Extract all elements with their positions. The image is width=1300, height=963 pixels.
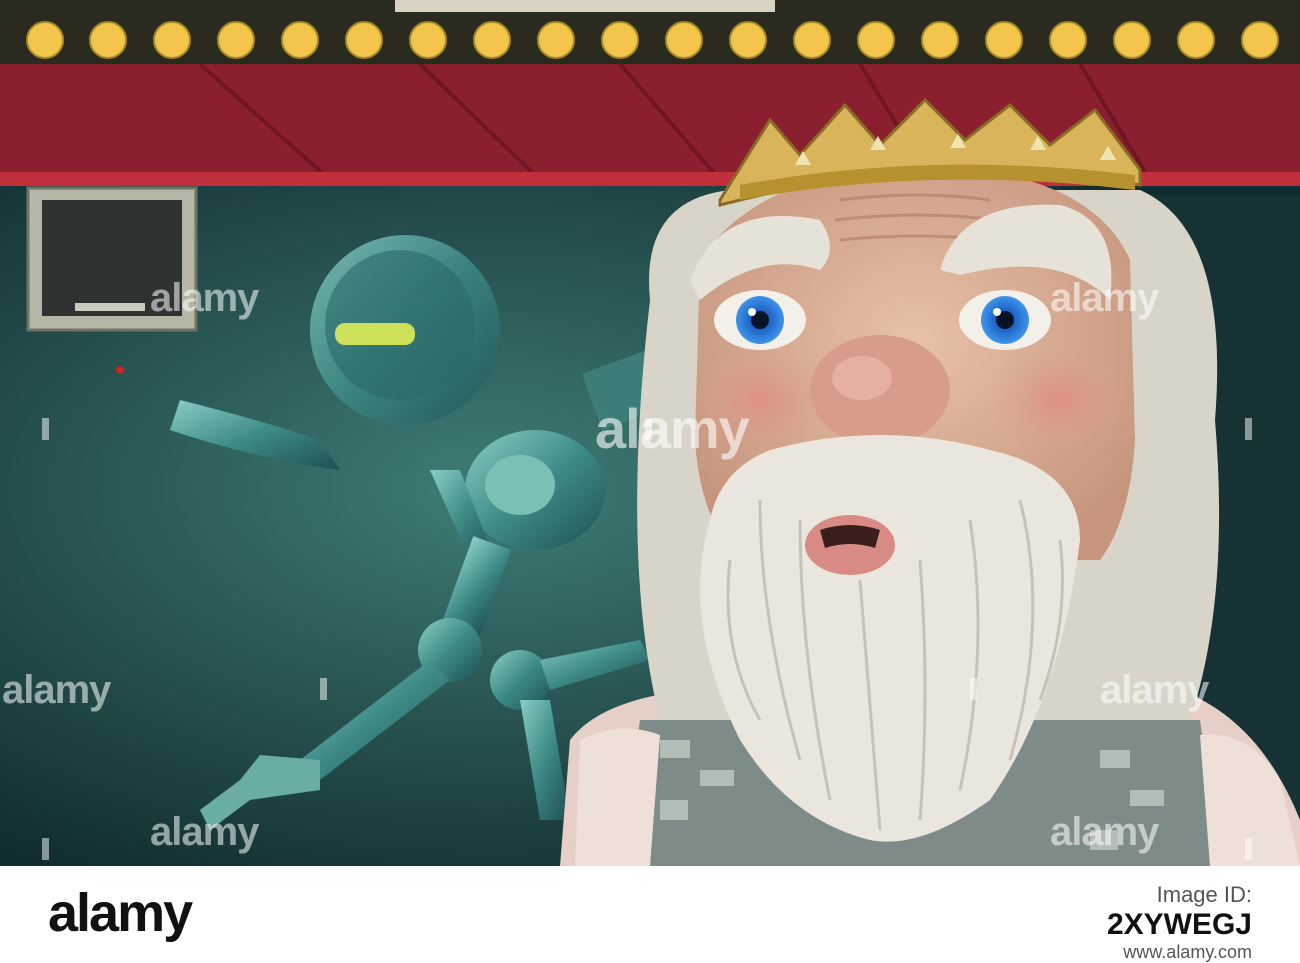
watermark-text: alamy <box>1100 668 1209 712</box>
eye-left <box>714 290 806 350</box>
image-info: Image ID: 2XYWEGJ www.alamy.com <box>1107 882 1252 963</box>
image-id-label: Image ID: <box>1156 882 1252 907</box>
photo: alamy alamy alamy alamy alamy alamy alam… <box>0 0 1300 866</box>
watermark-text: alamy <box>150 276 259 320</box>
cheek-right <box>990 345 1130 455</box>
mouth <box>805 515 895 575</box>
watermark-text: alamy <box>1050 810 1159 854</box>
watermark-text: alamy <box>150 810 259 854</box>
image-id: 2XYWEGJ <box>1106 908 1252 941</box>
robot-eye-glow <box>335 323 415 345</box>
watermark-text: alamy <box>595 397 750 460</box>
watermark-text: alamy <box>1050 276 1159 320</box>
site-url: www.alamy.com <box>1123 942 1252 962</box>
footer-bar: alamy Image ID: 2XYWEGJ www.alamy.com <box>0 866 1300 962</box>
eye-right <box>959 290 1051 350</box>
watermark-text: alamy <box>2 668 111 712</box>
alamy-logo: alamy <box>48 883 193 943</box>
marquee-sign-plate <box>395 0 775 12</box>
